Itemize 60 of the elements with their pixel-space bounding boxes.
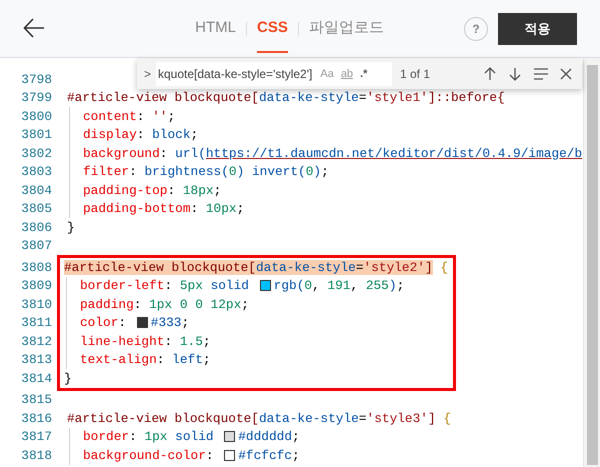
line-number: 3803 xyxy=(21,163,52,182)
line-number: 3811 xyxy=(21,314,52,332)
line-number: 3802 xyxy=(21,144,52,163)
line-number: 3809 xyxy=(21,277,52,296)
line-number: 3817 xyxy=(21,428,52,446)
editor-tab[interactable]: HTML xyxy=(195,6,236,52)
line-number: 3801 xyxy=(21,126,52,144)
line-number: 3806 xyxy=(21,218,52,237)
regex-toggle[interactable]: .* xyxy=(360,66,368,82)
code-text: display: block; xyxy=(83,126,198,144)
code-text: background-color: xyxy=(83,446,215,465)
code-text: #fcfcfc; xyxy=(238,446,300,465)
line-number: 3807 xyxy=(21,237,52,256)
line-number: 3816 xyxy=(21,410,52,428)
line-number: 3804 xyxy=(21,182,52,200)
up-arrow-icon[interactable] xyxy=(483,67,497,81)
help-button[interactable]: ? xyxy=(464,16,488,40)
code-text: content: ''; xyxy=(83,108,176,126)
code-text: line-height: 1.5; xyxy=(80,332,211,351)
code-text: rgb(0, 191, 255); xyxy=(274,277,404,296)
line-number: 3812 xyxy=(21,332,52,351)
find-input[interactable]: kquote[data-ke-style='style2'] Aa ab .* xyxy=(156,62,392,86)
code-text: padding-bottom: 10px; xyxy=(83,200,244,218)
code-text: filter: brightness(0) invert(0); xyxy=(83,163,329,182)
code-text: border-left: 5px solid xyxy=(80,277,250,296)
line-number: 3800 xyxy=(21,108,52,126)
code-text: padding: 1px 0 0 12px; xyxy=(80,296,249,314)
lines-icon[interactable] xyxy=(533,68,549,80)
code-text: } xyxy=(67,218,75,237)
code-text: text-align: left; xyxy=(80,351,211,370)
expand-toggle[interactable]: > xyxy=(144,65,154,83)
code-text: color: xyxy=(80,314,128,332)
editor-tab[interactable]: CSS xyxy=(257,6,288,52)
code-text: #article-view blockquote[data-ke-style='style2'] { xyxy=(64,258,448,277)
line-number: 3818 xyxy=(21,446,52,465)
line-number: 3799 xyxy=(21,89,52,108)
code-text: background: url(https://t1.daumcdn.net/keditor/dist/0.4.9/image/b xyxy=(83,144,582,163)
scrollbar[interactable] xyxy=(583,58,600,467)
line-number: 3815 xyxy=(21,391,52,410)
code-text: } xyxy=(64,370,72,388)
whole-word-toggle[interactable]: ab xyxy=(340,66,354,82)
close-icon[interactable] xyxy=(560,68,572,80)
down-arrow-icon[interactable] xyxy=(508,67,522,81)
code-text: border: 1px solid xyxy=(83,428,215,446)
editor-tab[interactable]: 파일업로드 xyxy=(308,6,384,52)
code-text: #dddddd; xyxy=(238,428,300,446)
line-number: 3810 xyxy=(21,296,52,314)
match-case-toggle[interactable]: Aa xyxy=(320,66,334,82)
apply-button[interactable]: 적용 xyxy=(498,12,577,44)
code-text: #article-view blockquote[data-ke-style='style1']::before{ xyxy=(67,89,505,108)
line-number: 3814 xyxy=(21,370,52,388)
line-number: 3813 xyxy=(21,351,52,370)
match-count: 1 of 1 xyxy=(400,66,430,83)
line-number: 3805 xyxy=(21,200,52,218)
line-number: 3808 xyxy=(21,258,52,277)
code-text: #333; xyxy=(150,314,190,332)
back-arrow-icon[interactable] xyxy=(23,16,45,38)
code-text: padding-top: 18px; xyxy=(83,182,222,200)
line-number: 3798 xyxy=(21,70,52,89)
code-text: #article-view blockquote[data-ke-style='style3'] { xyxy=(67,410,452,428)
